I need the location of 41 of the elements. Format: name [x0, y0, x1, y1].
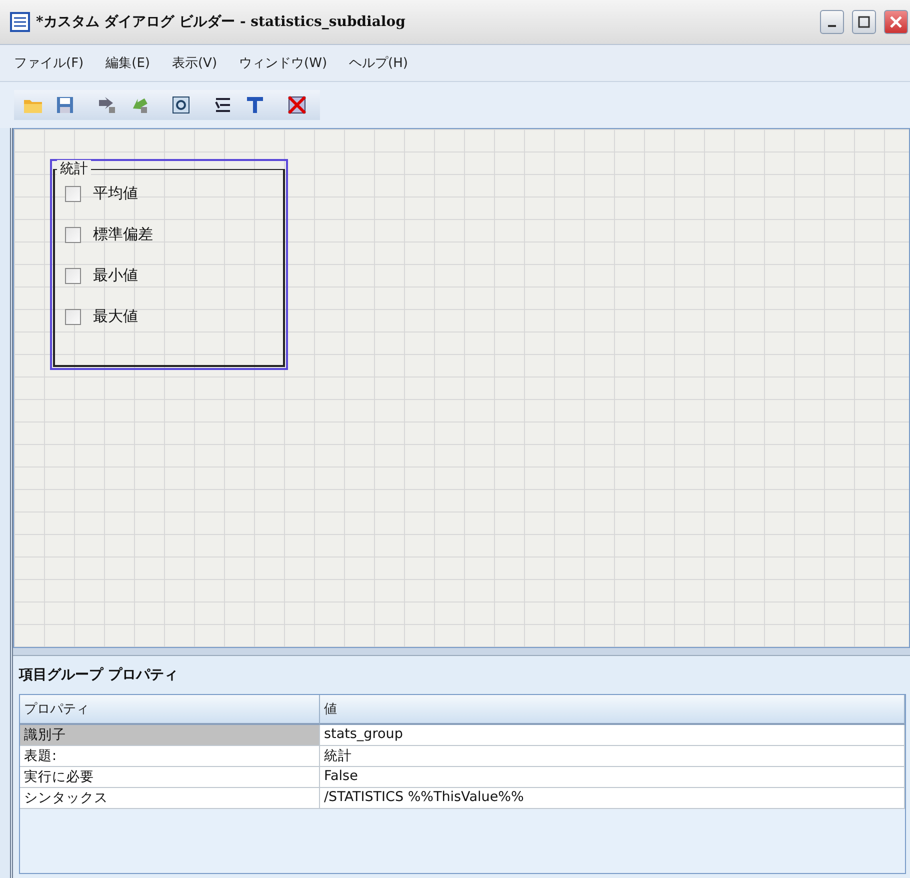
window-title: *カスタム ダイアログ ビルダー - statistics_subdialog [36, 13, 406, 31]
maximize-icon [858, 16, 870, 28]
toolbar-button[interactable] [170, 94, 192, 116]
minimize-icon [828, 25, 836, 27]
delete-icon [286, 94, 308, 116]
column-header[interactable]: プロパティ [20, 695, 320, 725]
checkbox[interactable] [65, 226, 81, 242]
property-value-cell[interactable]: 統計 [320, 746, 905, 767]
close-icon [890, 16, 902, 28]
checkbox-label: 最小値 [93, 266, 138, 285]
property-value-cell[interactable]: /STATISTICS %%ThisValue%% [320, 788, 905, 809]
group-title: 統計 [57, 160, 91, 178]
property-value-cell[interactable]: stats_group [320, 725, 905, 746]
toolbar-button[interactable] [244, 94, 266, 116]
checkbox-label: 標準偏差 [93, 225, 153, 244]
minimize-button[interactable] [820, 10, 844, 34]
selection-frame[interactable]: 統計 平均値 標準偏差 最小値 最大値 [50, 159, 288, 370]
t-shape-icon [244, 94, 266, 116]
menu-item[interactable]: ファイル(F) [14, 54, 84, 72]
app-icon [10, 12, 30, 32]
arrow-icon [96, 94, 118, 116]
menu-item[interactable]: 表示(V) [172, 54, 218, 72]
property-name-cell[interactable]: 実行に必要 [20, 767, 320, 788]
checkbox-label: 平均値 [93, 184, 138, 203]
checkbox[interactable] [65, 186, 81, 202]
checkbox[interactable] [65, 308, 81, 324]
column-header[interactable]: 値 [320, 695, 905, 725]
toolbar-button[interactable] [286, 94, 308, 116]
maximize-button[interactable] [852, 10, 876, 34]
menu-item[interactable]: 編集(E) [106, 54, 150, 72]
checkbox[interactable] [65, 268, 81, 284]
close-button[interactable] [884, 10, 908, 34]
property-name-cell[interactable]: 表題: [20, 746, 320, 767]
property-value-cell[interactable]: False [320, 767, 905, 788]
menu-item[interactable]: ヘルプ(H) [349, 54, 408, 72]
menu-item[interactable]: ウィンドウ(W) [239, 54, 328, 72]
property-name-cell[interactable]: シンタックス [20, 788, 320, 809]
panel-title: 項目グループ プロパティ [19, 666, 179, 685]
preview-icon [170, 94, 192, 116]
checkbox-label: 最大値 [93, 307, 138, 326]
property-name-cell[interactable]: 識別子 [20, 725, 320, 746]
